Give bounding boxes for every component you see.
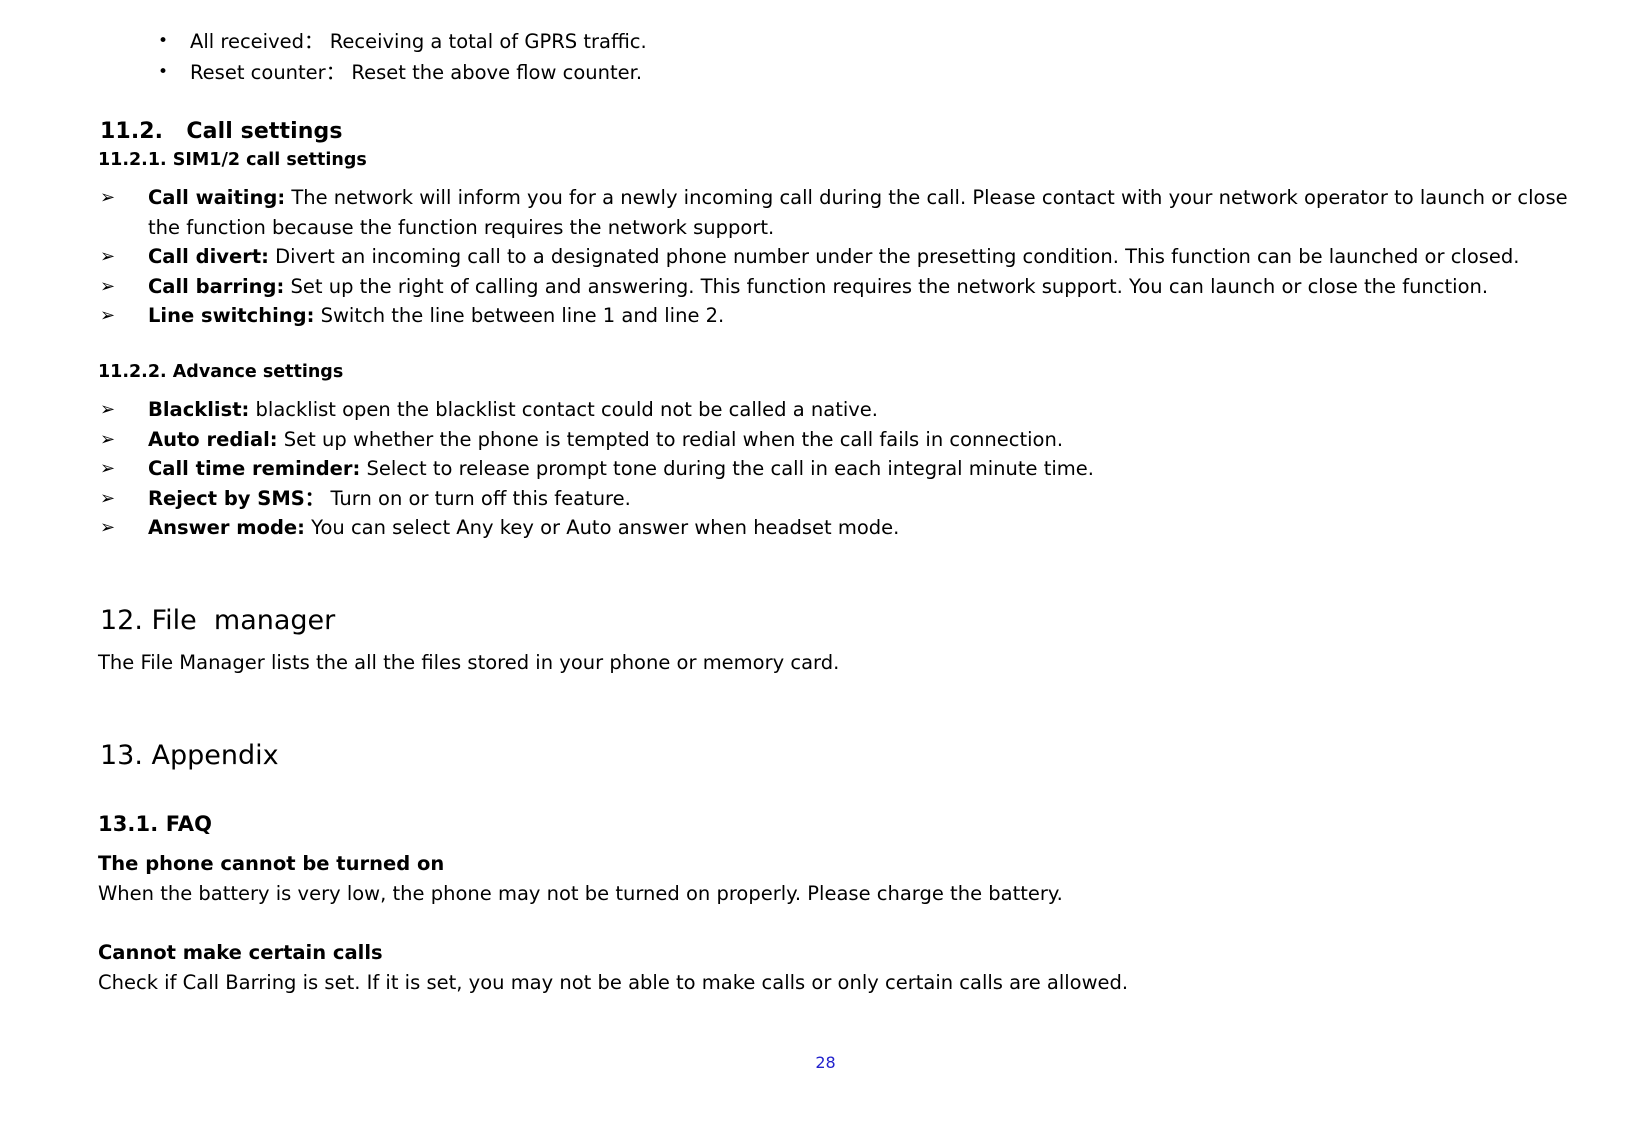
- section-heading-11-2-2: 11.2.2. Advance settings: [98, 362, 344, 382]
- list-item-line-switching: ➢ Line switching: Switch the line betwee…: [100, 301, 1570, 331]
- term-label: Blacklist:: [148, 398, 250, 421]
- section-heading-13: 13. Appendix: [100, 740, 279, 771]
- section-title: Appendix: [151, 740, 279, 771]
- list-item-call-divert: ➢ Call divert: Divert an incoming call t…: [100, 242, 1570, 272]
- list-item-blacklist: ➢ Blacklist: blacklist open the blacklis…: [100, 395, 1570, 425]
- arrow-bullet-icon: ➢: [100, 517, 116, 538]
- list-item: • Reset counter： Reset the above flow co…: [100, 57, 1560, 88]
- term-description: blacklist open the blacklist contact cou…: [249, 398, 879, 421]
- arrow-bullet-icon: ➢: [100, 487, 116, 509]
- section-title: Call settings: [186, 119, 343, 144]
- section-heading-12: 12. File manager: [100, 605, 335, 636]
- term-label: Call barring:: [148, 274, 285, 298]
- term-description: Divert an incoming call to a designated …: [268, 245, 1520, 268]
- term-label: Call waiting:: [148, 186, 286, 209]
- sim-call-settings-list: ➢ Call waiting: The network will inform …: [100, 183, 1570, 331]
- term-label: Reject by SMS：: [148, 486, 325, 510]
- file-manager-body-text: The File Manager lists the all the files…: [98, 651, 840, 674]
- list-item-answer-mode: ➢ Answer mode: You can select Any key or…: [100, 513, 1570, 543]
- term-label: Auto redial:: [148, 427, 278, 451]
- list-item-call-waiting: ➢ Call waiting: The network will inform …: [100, 183, 1570, 242]
- section-heading-11-2: 11.2. Call settings: [100, 119, 343, 144]
- arrow-bullet-icon: ➢: [100, 187, 116, 208]
- section-heading-13-1: 13.1. FAQ: [98, 812, 213, 836]
- list-item-reject-by-sms: ➢ Reject by SMS： Turn on or turn off thi…: [100, 484, 1570, 514]
- list-item-auto-redial: ➢ Auto redial: Set up whether the phone …: [100, 425, 1570, 455]
- term-description: Set up whether the phone is tempted to r…: [277, 427, 1064, 451]
- term-description: Set up the right of calling and answerin…: [284, 274, 1489, 298]
- document-page: • All received： Receiving a total of GPR…: [0, 0, 1651, 1137]
- term-description: You can select Any key or Auto answer wh…: [304, 516, 900, 539]
- arrow-bullet-icon: ➢: [100, 275, 116, 297]
- section-number: 13.: [100, 740, 143, 771]
- term-label: Line switching:: [148, 304, 315, 327]
- page-number: 28: [815, 1053, 836, 1072]
- section-heading-11-2-1: 11.2.1. SIM1/2 call settings: [98, 150, 367, 170]
- section-title: File manager: [151, 605, 336, 636]
- faq-question-1: The phone cannot be turned on: [98, 852, 445, 875]
- list-item-text: Reset counter： Reset the above flow coun…: [190, 61, 643, 84]
- term-description: Select to release prompt tone during the…: [360, 457, 1094, 480]
- faq-answer-2: Check if Call Barring is set. If it is s…: [98, 971, 1129, 994]
- term-label: Call time reminder:: [148, 457, 361, 480]
- list-item: • All received： Receiving a total of GPR…: [100, 26, 1560, 57]
- faq-answer-1: When the battery is very low, the phone …: [98, 882, 1063, 905]
- arrow-bullet-icon: ➢: [100, 305, 116, 326]
- arrow-bullet-icon: ➢: [100, 399, 116, 420]
- bullet-dot-icon: •: [158, 31, 169, 51]
- list-item-text: All received： Receiving a total of GPRS …: [190, 30, 647, 53]
- arrow-bullet-icon: ➢: [100, 458, 116, 479]
- section-number: 11.2.: [100, 119, 164, 144]
- term-label: Answer mode:: [148, 516, 305, 539]
- term-label: Call divert:: [148, 245, 269, 268]
- term-description: Turn on or turn off this feature.: [324, 486, 631, 510]
- section-number: 12.: [100, 605, 143, 636]
- list-item-call-barring: ➢ Call barring: Set up the right of call…: [100, 272, 1570, 302]
- list-item-call-time-reminder: ➢ Call time reminder: Select to release …: [100, 454, 1570, 484]
- arrow-bullet-icon: ➢: [100, 428, 116, 450]
- term-description: Switch the line between line 1 and line …: [314, 304, 725, 327]
- gprs-counter-bullet-list: • All received： Receiving a total of GPR…: [100, 26, 1560, 88]
- bullet-dot-icon: •: [158, 62, 169, 82]
- advance-settings-list: ➢ Blacklist: blacklist open the blacklis…: [100, 395, 1570, 543]
- arrow-bullet-icon: ➢: [100, 246, 116, 267]
- faq-question-2: Cannot make certain calls: [98, 941, 383, 964]
- term-description: The network will inform you for a newly …: [148, 186, 1568, 239]
